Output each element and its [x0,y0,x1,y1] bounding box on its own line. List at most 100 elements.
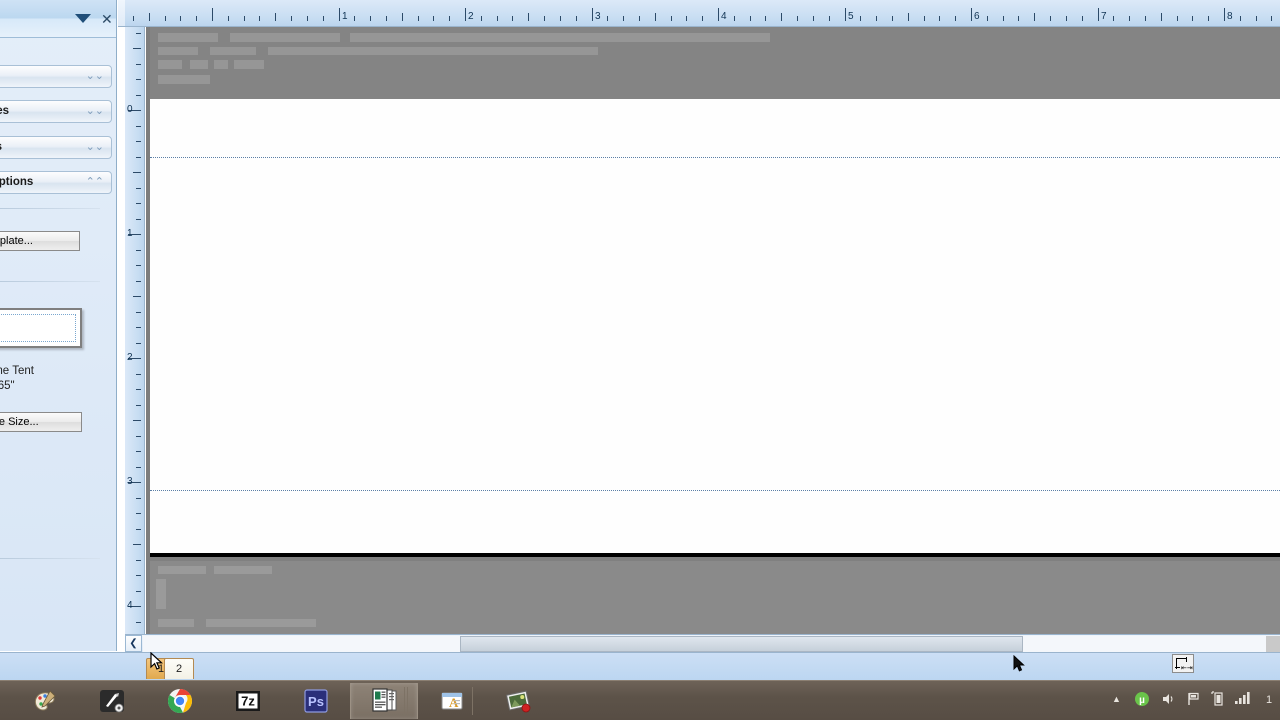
photoshop-icon: Ps [302,687,330,715]
task-pane-title: ...lication [0,11,68,26]
section-label: ...hemes [0,105,10,117]
ruler-tick [136,265,141,266]
ruler-tick [136,95,141,96]
change-template-button[interactable]: ...e Template... [0,231,80,251]
ruler-tick [323,16,324,21]
ruler-tick [1113,16,1114,21]
change-page-size-button[interactable]: ...e Page Size... [0,412,82,432]
margin-guide-top [150,157,1280,158]
paint-icon [30,687,58,715]
taskbar-item-word[interactable]: A [418,683,486,719]
ruler-tick [354,16,355,21]
taskbar: 7z Ps A ▲ µ 1 [0,680,1280,720]
show-hidden-icons-icon[interactable]: ▲ [1112,694,1121,704]
ruler-tick [449,16,450,21]
chevron-double-down-icon: ⌄⌄ [85,141,104,153]
ruler-tick [136,281,141,282]
action-center-icon[interactable] [1186,691,1202,710]
ruler-tick [750,16,751,21]
scrollbar-right-stub [1266,636,1280,652]
ruler-tick [607,16,608,21]
preview-name: ...y Name Tent [0,365,34,377]
ruler-tick [765,16,766,21]
taskbar-item-photo-editor[interactable] [484,683,552,719]
ruler-tick [797,16,798,21]
preview-size: ...4 x 3.65" [0,380,15,392]
document-canvas[interactable] [146,27,1280,634]
chevron-down-icon[interactable] [75,14,91,23]
horizontal-ruler[interactable]: 1 2 3 4 5 6 7 8 [125,0,1280,27]
application-window: ...lication ✕ ...tions ⌄⌄ ...hemes ⌄⌄ ..… [0,0,1280,720]
utorrent-icon[interactable]: µ [1134,691,1150,710]
scrollbar-thumb[interactable] [460,636,1023,652]
page-tab-cursor [150,652,163,670]
volume-icon[interactable] [1160,691,1176,710]
task-pane: ...lication ✕ ...tions ⌄⌄ ...hemes ⌄⌄ ..… [0,0,117,651]
ruler-tick [136,250,141,251]
ruler-tick [892,16,893,21]
taskbar-item-paint[interactable] [10,683,78,719]
ruler-tick [136,575,141,576]
page-preview-thumbnail[interactable] [0,308,82,348]
ruler-tick [339,8,340,21]
ruler-tick [136,467,141,468]
ruler-tick [433,16,434,21]
page-sheet[interactable] [150,99,1280,557]
scrollbar-track[interactable] [143,636,1280,652]
close-icon[interactable]: ✕ [101,12,113,26]
svg-text:7z: 7z [241,694,255,709]
ruler-tick [136,64,141,65]
ruler-tick [133,296,141,297]
signal-icon[interactable] [1234,691,1252,708]
ruler-tick [136,622,141,623]
ruler-tick [133,420,141,421]
ruler-label: 4 [127,600,133,611]
ruler-tick [136,312,141,313]
ruler-tick [860,16,861,21]
task-pane-section-3[interactable]: ...on Options ⌃⌃ [0,171,112,194]
taskbar-item-nitro[interactable] [78,683,146,719]
taskbar-item-7zip[interactable]: 7z [214,683,282,719]
ruler-tick [136,33,141,34]
svg-text:Ps: Ps [308,694,324,709]
ruler-tick [212,8,213,21]
taskbar-item-chrome[interactable] [146,683,214,719]
ruler-tick [497,16,498,21]
ruler-label: 2 [468,11,474,22]
ruler-tick [386,16,387,21]
clock[interactable]: 1 [1266,694,1272,706]
task-pane-section-2[interactable]: ...emes ⌄⌄ [0,136,112,159]
ruler-tick [465,8,466,21]
ruler-tick [1256,16,1257,21]
ruler-tick [1098,8,1099,21]
taskbar-item-photoshop[interactable]: Ps [282,683,350,719]
ruler-tick [136,560,141,561]
scratch-area-top [150,27,1280,99]
ruler-tick [136,219,141,220]
ruler-label: 1 [342,11,348,22]
ruler-tick [136,203,141,204]
horizontal-scrollbar[interactable]: ❮ [125,634,1280,652]
task-pane-section-1[interactable]: ...hemes ⌄⌄ [0,100,112,123]
divider [0,208,100,209]
7zip-icon: 7z [234,687,262,715]
ruler-tick [702,16,703,21]
chevron-left-icon[interactable]: ❮ [125,635,142,652]
ruler-tick [876,16,877,21]
page-tab-2[interactable]: 2 [164,658,194,679]
ruler-tick [1050,16,1051,21]
svg-text:A: A [449,695,459,710]
ruler-tick [845,8,846,21]
ruler-tick [987,16,988,21]
object-size-icon[interactable]: ⇤⇥ [1172,654,1194,673]
ruler-tick [734,16,735,21]
ruler-tick [133,544,141,545]
ruler-tick [133,172,141,173]
vertical-ruler[interactable]: 0 1 2 3 4 [125,27,145,634]
ruler-tick [1034,13,1035,21]
ruler-tick [228,16,229,21]
network-icon[interactable] [1210,690,1226,710]
task-pane-section-0[interactable]: ...tions ⌄⌄ [0,65,112,88]
ruler-tick [180,16,181,21]
section-label: ...emes [0,141,2,153]
